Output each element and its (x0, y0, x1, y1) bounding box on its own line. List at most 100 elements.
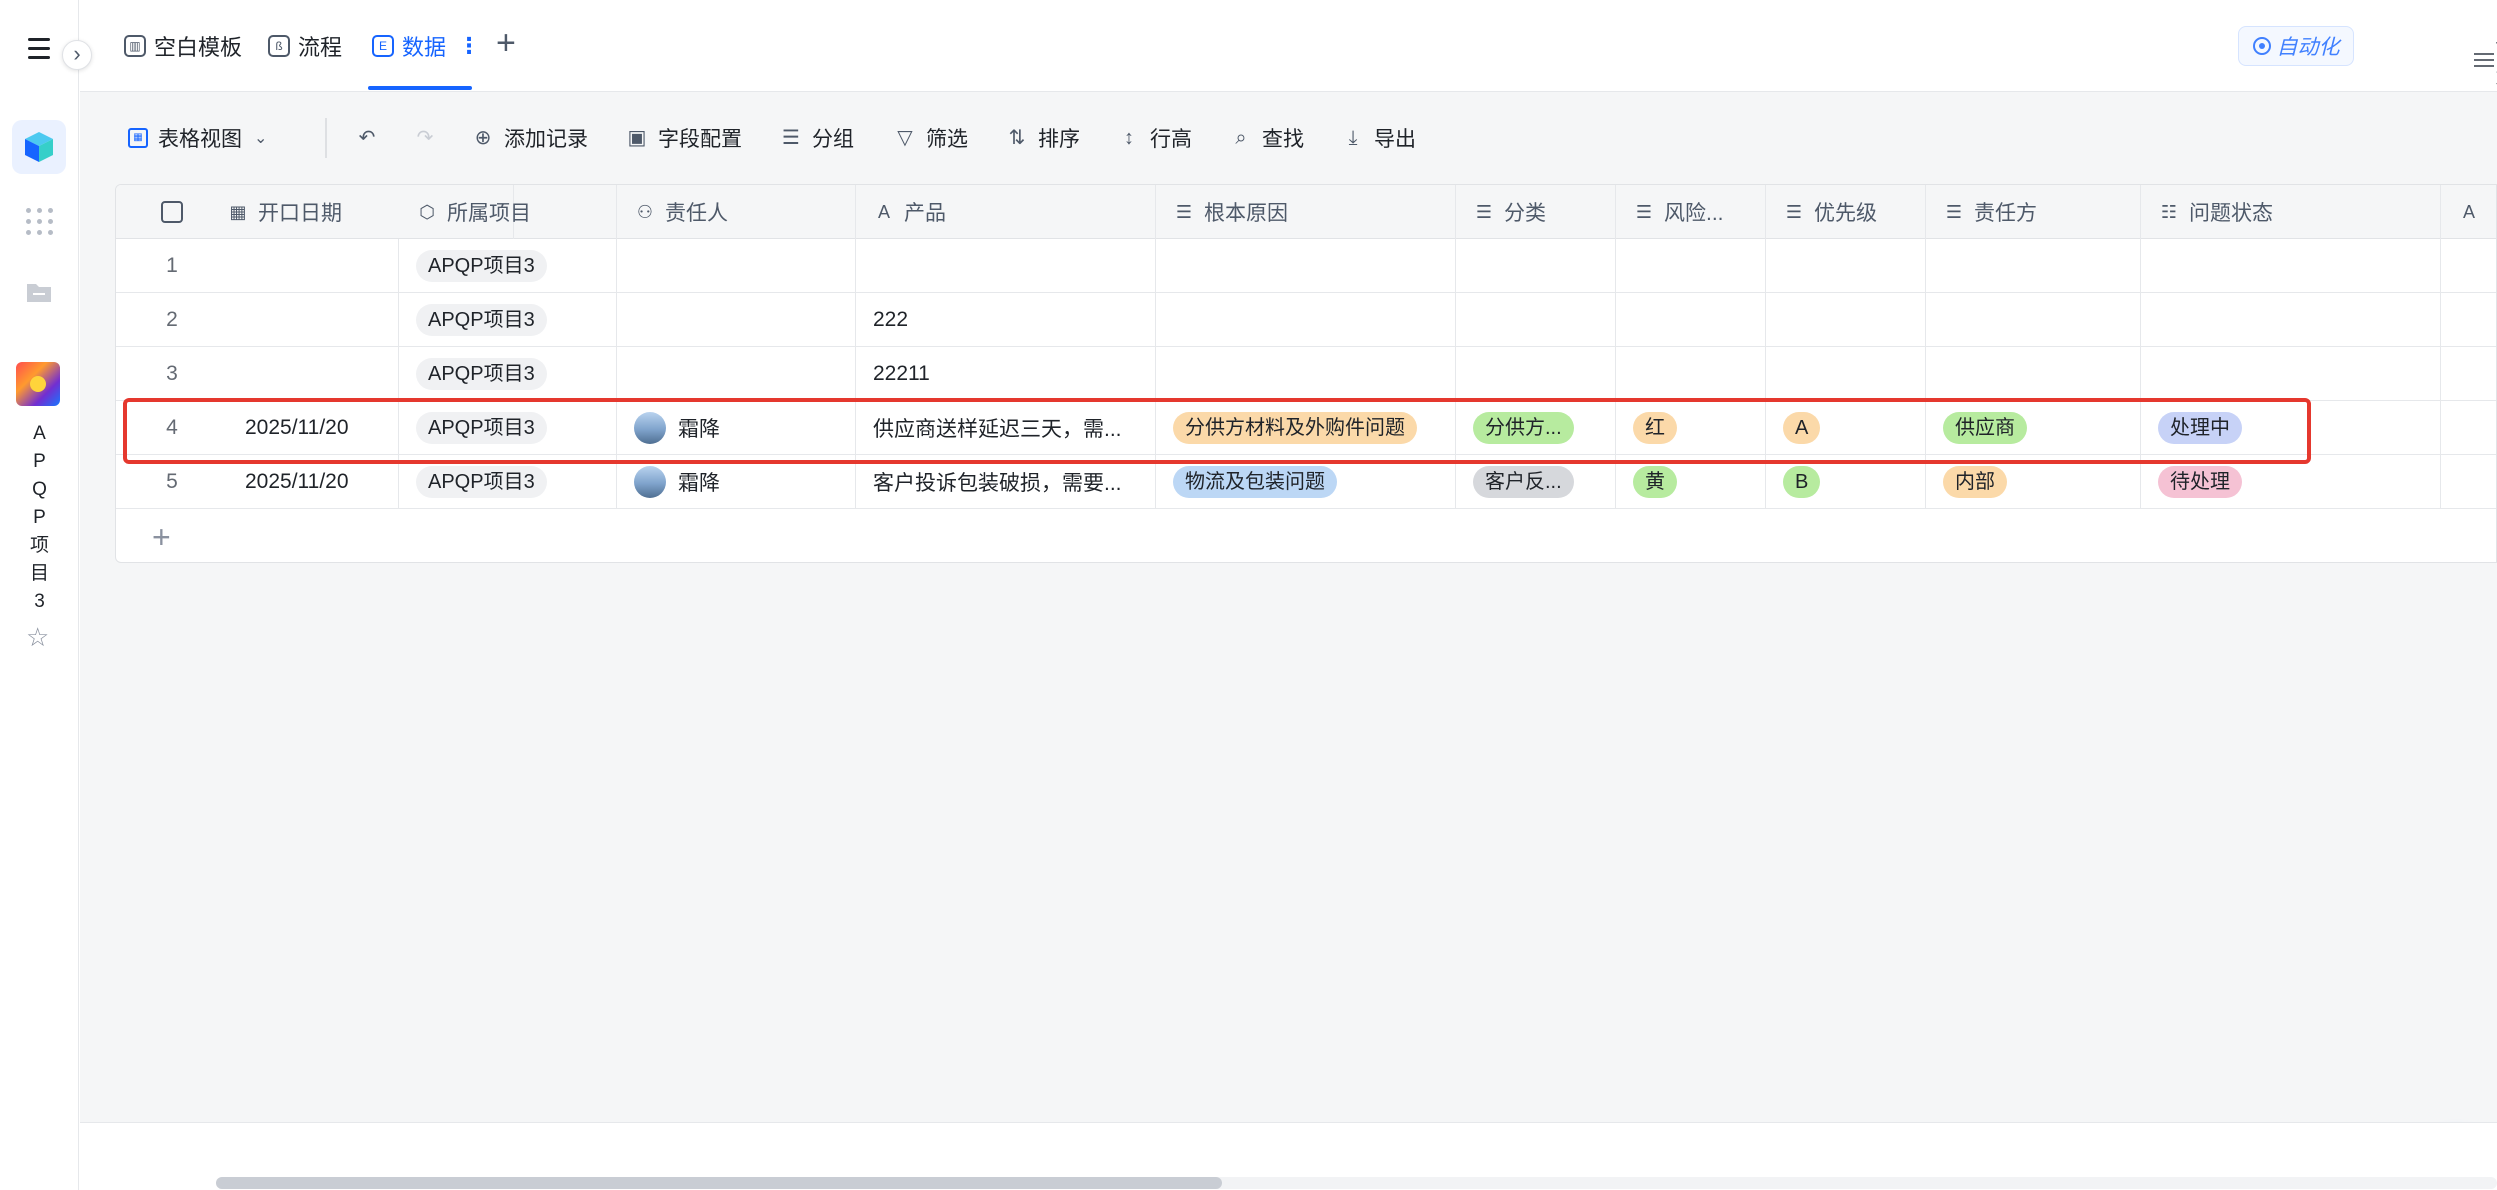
star-icon[interactable]: ☆ (26, 622, 49, 653)
row-height-button[interactable]: ↕ 行高 (1118, 120, 1192, 156)
column-header-root-cause[interactable]: ☰ 根本原因 (1156, 185, 1456, 239)
tab-blank-template[interactable]: ▥ 空白模板 (124, 28, 242, 64)
select-all-checkbox-cell[interactable] (116, 185, 228, 239)
project-tag: APQP项目3 (416, 358, 547, 390)
column-header-priority[interactable]: ☰ 优先级 (1766, 185, 1926, 239)
menu-icon[interactable] (24, 34, 54, 64)
project-tag: APQP项目3 (416, 250, 547, 282)
group-button[interactable]: ☰ 分组 (780, 120, 854, 156)
cell-priority[interactable] (1766, 347, 1926, 401)
cell-cause[interactable] (1156, 239, 1456, 293)
tab-flow[interactable]: ß 流程 (268, 28, 342, 64)
add-tab-icon[interactable]: + (496, 24, 516, 63)
column-header-owner[interactable]: ⚇ 责任人 (617, 185, 856, 239)
cell-product[interactable]: 22211 (856, 347, 1156, 401)
cell-project[interactable]: APQP项目3 (399, 347, 617, 401)
cell-owner[interactable] (617, 293, 856, 347)
add-record-button[interactable]: ⊕ 添加记录 (472, 120, 588, 156)
cell-next[interactable] (2441, 401, 2496, 455)
text-icon: A (877, 201, 890, 222)
automation-button[interactable]: 自动化 (2238, 26, 2354, 66)
cell-product[interactable]: 222 (856, 293, 1156, 347)
tab-data[interactable]: E 数据 ⋮ (372, 28, 480, 64)
find-button[interactable]: ⌕ 查找 (1230, 120, 1304, 156)
cell-status[interactable] (2141, 239, 2441, 293)
app-logo[interactable] (16, 362, 60, 406)
cell-risk[interactable] (1616, 239, 1766, 293)
add-circle-icon: ⊕ (474, 127, 492, 149)
horizontal-scrollbar-thumb[interactable] (216, 1177, 1222, 1189)
person-icon: ⚇ (636, 201, 654, 222)
cell-category[interactable] (1456, 347, 1616, 401)
column-header-issue-status[interactable]: ☷ 问题状态 (2141, 185, 2441, 239)
table-row[interactable]: 2 APQP项目3 222 (116, 293, 2496, 347)
cell-num[interactable]: 1 (116, 239, 228, 293)
cell-product[interactable] (856, 239, 1156, 293)
cell-cause[interactable] (1156, 293, 1456, 347)
text-field-icon: ▣ (627, 127, 647, 149)
more-vertical-icon[interactable]: ⋮ (458, 33, 480, 59)
cube-app-icon[interactable] (22, 130, 56, 164)
undo-button[interactable]: ↶ (356, 120, 388, 156)
cell-project[interactable]: APQP项目3 (399, 239, 617, 293)
cell-category[interactable] (1456, 293, 1616, 347)
expand-sidebar-icon[interactable]: › (62, 40, 92, 70)
sort-icon: ⇅ (1008, 127, 1026, 149)
cell-party[interactable] (1926, 239, 2141, 293)
redo-button[interactable]: ↷ (414, 120, 446, 156)
cell-date[interactable] (228, 293, 399, 347)
cell-priority[interactable] (1766, 293, 1926, 347)
cell-cause[interactable] (1156, 347, 1456, 401)
cell-owner[interactable] (617, 239, 856, 293)
cell-next[interactable] (2441, 347, 2496, 401)
toolbar-divider (325, 118, 327, 158)
cell-owner[interactable] (617, 347, 856, 401)
cell-risk[interactable] (1616, 293, 1766, 347)
cell-date[interactable] (228, 347, 399, 401)
column-header-risk[interactable]: ☰ 风险... (1616, 185, 1766, 239)
column-header-responsible-party[interactable]: ☰ 责任方 (1926, 185, 2141, 239)
cell-status[interactable] (2141, 293, 2441, 347)
table-row[interactable]: 3 APQP项目3 22211 (116, 347, 2496, 401)
cell-status[interactable] (2141, 347, 2441, 401)
cell-priority[interactable] (1766, 239, 1926, 293)
field-config-button[interactable]: ▣ 字段配置 (626, 120, 742, 156)
cell-date[interactable] (228, 239, 399, 293)
cell-next[interactable] (2441, 239, 2496, 293)
add-row-button[interactable]: + (116, 509, 2496, 562)
select-all-checkbox[interactable] (161, 201, 183, 223)
priority-tag: B (1783, 466, 1821, 498)
column-header-next[interactable]: A (2441, 185, 2496, 239)
cell-project[interactable]: APQP项目3 (399, 293, 617, 347)
data-table: ▦ 开口日期 ⬡ 所属项目 ⚇ 责任人 A 产品 ☰ 根本原因 ☰ 分类 ☰ 风险... ☰ 优… (115, 184, 2497, 563)
cell-next[interactable] (2441, 455, 2496, 509)
row-number: 2 (166, 308, 178, 331)
cell-next[interactable] (2441, 293, 2496, 347)
category-tag: 客户反... (1473, 466, 1574, 498)
settings-button[interactable]: 设置 (2474, 30, 2497, 90)
apps-grid-icon[interactable] (26, 208, 54, 236)
avatar (634, 466, 666, 498)
left-rail: › A P Q P 项 目 3 ☆ (0, 0, 92, 1190)
filter-button[interactable]: ▽ 筛选 (894, 120, 968, 156)
cell-category[interactable] (1456, 239, 1616, 293)
cell-party[interactable] (1926, 293, 2141, 347)
column-header-product[interactable]: A 产品 (856, 185, 1156, 239)
search-icon: ⌕ (1235, 127, 1247, 149)
cell-risk[interactable] (1616, 347, 1766, 401)
product-text: 22211 (873, 362, 930, 385)
list-icon: ☰ (1945, 201, 1963, 222)
cell-num[interactable]: 3 (116, 347, 228, 401)
highlight-box-row-4 (123, 398, 2311, 464)
cell-num[interactable]: 2 (116, 293, 228, 347)
main-content: ▦ 表格视图 ⌄ ↶ ↷ ⊕ 添加记录 ▣ 字段配置 ☰ 分组 ▽ 筛选 ⇅ 排… (80, 92, 2497, 1190)
sort-button[interactable]: ⇅ 排序 (1006, 120, 1080, 156)
list-icon: ☰ (1785, 201, 1803, 222)
table-row[interactable]: 1 APQP项目3 (116, 239, 2496, 293)
column-header-category[interactable]: ☰ 分类 (1456, 185, 1616, 239)
folder-icon[interactable] (25, 280, 53, 304)
view-switch-dropdown[interactable]: ▦ 表格视图 ⌄ (128, 120, 267, 156)
export-button[interactable]: ⤓ 导出 (1342, 120, 1416, 156)
cell-party[interactable] (1926, 347, 2141, 401)
column-header-project[interactable]: ⬡ 所属项目 (399, 185, 617, 239)
